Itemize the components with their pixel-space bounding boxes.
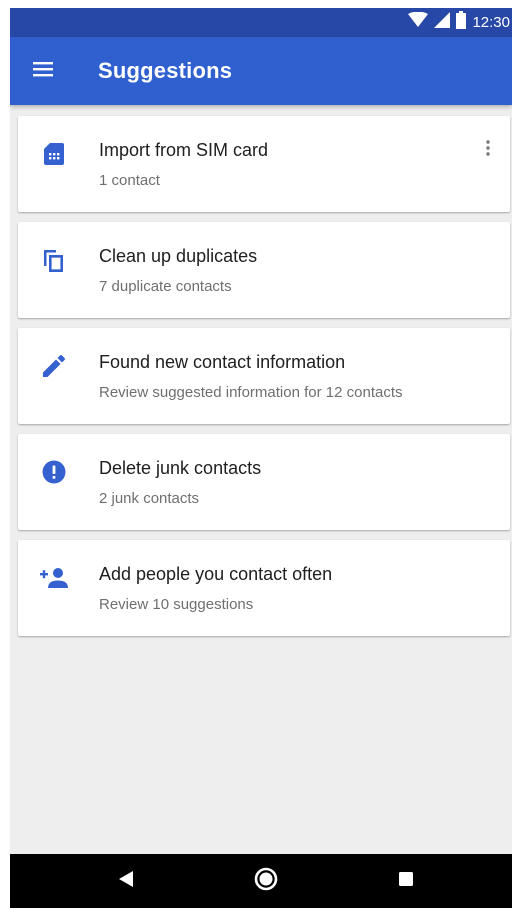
- suggestion-subtitle: Review 10 suggestions: [99, 596, 254, 613]
- suggestion-title: Delete junk contacts: [99, 458, 262, 478]
- status-bar: 12:30: [10, 8, 512, 37]
- suggestion-subtitle: 7 duplicate contacts: [99, 278, 232, 295]
- suggestion-title: Clean up duplicates: [99, 246, 258, 266]
- duplicate-icon: [40, 246, 68, 274]
- page-title: Suggestions: [98, 58, 233, 83]
- menu-button[interactable]: [26, 54, 60, 88]
- status-time: 12:30: [472, 14, 510, 31]
- home-icon: [254, 867, 278, 896]
- status-icons: 12:30: [408, 11, 510, 34]
- battery-icon: [456, 11, 467, 34]
- suggestion-card-add-people[interactable]: Add people you contact often Review 10 s…: [18, 540, 510, 636]
- hamburger-menu-icon: [33, 61, 53, 82]
- suggestions-list: Import from SIM card 1 contact Clean up …: [18, 116, 510, 646]
- suggestion-subtitle: Review suggested information for 12 cont…: [99, 384, 403, 401]
- suggestion-subtitle: 2 junk contacts: [99, 490, 200, 507]
- sim-card-icon: [40, 140, 68, 168]
- recents-button[interactable]: [390, 865, 422, 897]
- navigation-bar: [10, 854, 512, 908]
- overflow-menu-button[interactable]: [474, 136, 502, 164]
- suggestion-card-new-info[interactable]: Found new contact information Review sug…: [18, 328, 510, 424]
- screen: 12:30 Suggestions Import from SIM card 1…: [10, 8, 512, 908]
- cell-signal-icon: [434, 12, 451, 33]
- suggestion-card-import-sim[interactable]: Import from SIM card 1 contact: [18, 116, 510, 212]
- back-icon: [119, 870, 133, 892]
- suggestion-title: Add people you contact often: [99, 564, 333, 584]
- app-bar: Suggestions: [10, 37, 512, 105]
- suggestion-card-clean-duplicates[interactable]: Clean up duplicates 7 duplicate contacts: [18, 222, 510, 318]
- pencil-icon: [40, 352, 68, 380]
- suggestion-title: Found new contact information: [99, 352, 346, 372]
- more-vert-icon: [486, 139, 490, 161]
- alert-icon: [40, 458, 68, 486]
- wifi-icon: [408, 11, 429, 33]
- add-person-icon: [40, 564, 68, 592]
- suggestion-card-delete-junk[interactable]: Delete junk contacts 2 junk contacts: [18, 434, 510, 530]
- home-button[interactable]: [250, 865, 282, 897]
- back-button[interactable]: [110, 865, 142, 897]
- recents-icon: [399, 871, 413, 891]
- suggestion-title: Import from SIM card: [99, 140, 269, 160]
- suggestion-subtitle: 1 contact: [99, 172, 160, 189]
